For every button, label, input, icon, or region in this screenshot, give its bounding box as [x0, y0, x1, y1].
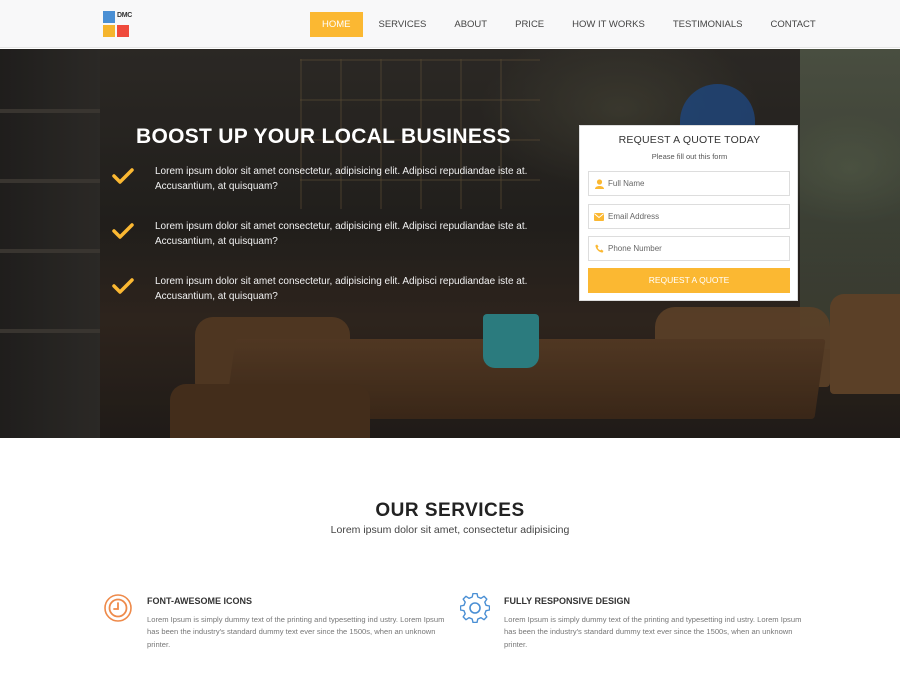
logo-red-square: [117, 25, 129, 37]
full-name-input[interactable]: [608, 179, 783, 188]
hero-title: BOOST UP YOUR LOCAL BUSINESS: [136, 125, 511, 148]
nav-about[interactable]: ABOUT: [442, 12, 499, 37]
nav-testimonials[interactable]: TESTIMONIALS: [661, 12, 755, 37]
logo-blue-square: [103, 11, 115, 23]
quote-form: REQUEST A QUOTE TODAY Please fill out th…: [579, 125, 798, 301]
phone-field[interactable]: [588, 236, 790, 261]
service-heading: FONT-AWESOME ICONS: [147, 596, 253, 606]
nav-how-it-works[interactable]: HOW IT WORKS: [560, 12, 657, 37]
services-title: OUR SERVICES: [375, 500, 525, 521]
quote-form-subtitle: Please fill out this form: [651, 152, 728, 161]
logo[interactable]: DMC: [103, 11, 133, 38]
request-quote-button[interactable]: REQUEST A QUOTE: [588, 268, 790, 293]
hero-feature-text: Lorem ipsum dolor sit amet consectetur, …: [155, 276, 528, 302]
hero-feature-text: Lorem ipsum dolor sit amet consectetur, …: [155, 166, 528, 192]
nav-services[interactable]: SERVICES: [367, 12, 439, 37]
full-name-field[interactable]: [588, 171, 790, 196]
phone-icon: [594, 244, 604, 254]
service-text: Lorem Ipsum is simply dummy text of the …: [147, 615, 445, 649]
envelope-icon: [594, 212, 604, 222]
logo-yellow-square: [103, 25, 115, 37]
service-heading: FULLY RESPONSIVE DESIGN: [504, 596, 631, 606]
check-icon: [112, 278, 134, 294]
check-icon: [112, 168, 134, 184]
service-text: Lorem Ipsum is simply dummy text of the …: [504, 615, 802, 649]
nav-contact[interactable]: CONTACT: [759, 12, 828, 37]
email-input[interactable]: [608, 212, 783, 221]
check-icon: [112, 223, 134, 239]
main-menu: HOME SERVICES ABOUT PRICE HOW IT WORKS T…: [310, 12, 832, 37]
user-icon: [594, 178, 604, 189]
quote-form-title: REQUEST A QUOTE TODAY: [618, 134, 761, 146]
top-navbar: DMC HOME SERVICES ABOUT PRICE HOW IT WOR…: [0, 0, 900, 48]
clock-icon: [104, 594, 132, 622]
nav-price[interactable]: PRICE: [503, 12, 556, 37]
hero-feature-text: Lorem ipsum dolor sit amet consectetur, …: [155, 221, 528, 247]
logo-text: DMC: [117, 12, 133, 19]
phone-input[interactable]: [608, 244, 783, 253]
email-field[interactable]: [588, 204, 790, 229]
nav-home[interactable]: HOME: [310, 12, 363, 37]
services-subtitle: Lorem ipsum dolor sit amet, consectetur …: [330, 524, 570, 536]
gear-icon: [460, 593, 490, 623]
